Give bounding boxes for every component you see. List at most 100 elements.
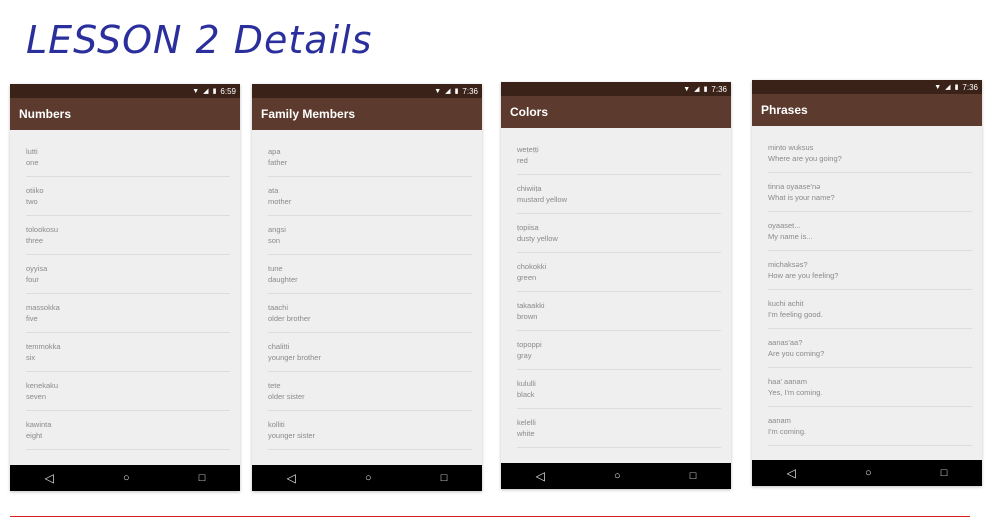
recents-icon[interactable]: □ [690,470,697,482]
app-bar-title: Numbers [10,98,240,130]
app-bar-title: Colors [501,96,731,128]
list-item[interactable]: chiwiiṭa mustard yellow [517,175,721,214]
word: michaksəs? [768,260,808,269]
list-item[interactable]: ṭopiisa dusty yellow [517,214,721,253]
meaning: younger brother [268,353,321,362]
list-item[interactable]: haa' aanam Yes, I'm coming. [768,368,972,407]
status-bar: ▼ ◢ ▮ 7:36 [252,84,482,98]
word: apa [268,147,281,156]
list-item[interactable]: minto wuksus Where are you going? [768,134,972,173]
word: ṭopiisa [517,223,539,232]
word-list: lutti one otiiko two tolookosu three oyyisa… [10,130,240,450]
list-item[interactable]: lutti one [26,138,230,177]
back-icon[interactable]: ◁ [45,471,54,485]
back-icon[interactable]: ◁ [536,469,545,483]
nav-bar: ◁ ○ □ [752,460,982,486]
list-item[interactable]: kelelli white [517,409,721,448]
word-list: minto wuksus Where are you going? tinna o… [752,126,982,446]
wifi-icon: ▼ [434,87,442,95]
home-icon[interactable]: ○ [123,472,130,484]
back-icon[interactable]: ◁ [287,471,296,485]
word: topoppi [517,340,542,349]
list-item[interactable]: kululli black [517,370,721,409]
list-item[interactable]: kuchi achit I'm feeling good. [768,290,972,329]
phone-colors: ▼ ◢ ▮ 7:36 Colors weṭeṭṭi red chiwiiṭa mus… [501,82,731,489]
list-item[interactable]: tinna oyaase'nə What is your name? [768,173,972,212]
list-item[interactable]: ata mother [268,177,472,216]
signal-icon: ◢ [945,83,951,91]
meaning: older sister [268,392,305,401]
word: tune [268,264,283,273]
battery-icon: ▮ [954,83,959,91]
list-item[interactable]: kolliti younger sister [268,411,472,450]
battery-icon: ▮ [703,85,708,93]
recents-icon[interactable]: □ [441,472,448,484]
meaning: son [268,236,281,245]
word: angsi [268,225,286,234]
list-item[interactable]: aanas'aa? Are you coming? [768,329,972,368]
recents-icon[interactable]: □ [199,472,206,484]
meaning: black [517,390,535,399]
list-item[interactable]: taachi older brother [268,294,472,333]
list-item[interactable]: otiiko two [26,177,230,216]
word: kululli [517,379,536,388]
list-item[interactable]: tete older sister [268,372,472,411]
list-item[interactable]: chalitti younger brother [268,333,472,372]
slide-title: LESSON 2 Details [26,18,373,62]
meaning: dusty yellow [517,234,558,243]
list-item[interactable]: topoppi gray [517,331,721,370]
list-item[interactable]: aanam I'm coming. [768,407,972,446]
meaning: I'm feeling good. [768,310,823,319]
list-item[interactable]: oyyisa four [26,255,230,294]
meaning: two [26,197,38,206]
word: oyaaset... [768,221,801,230]
word: kelelli [517,418,536,427]
word: kuchi achit [768,299,804,308]
list-item[interactable]: chokokki green [517,253,721,292]
meaning: father [268,158,288,167]
list-item[interactable]: kawinta eight [26,411,230,450]
word: massokka [26,303,60,312]
meaning: daughter [268,275,298,284]
list-item[interactable]: michaksəs? How are you feeling? [768,251,972,290]
list-item[interactable]: oyaaset... My name is... [768,212,972,251]
home-icon[interactable]: ○ [614,470,621,482]
list-item[interactable]: apa father [268,138,472,177]
status-time: 7:36 [462,86,478,96]
list-item[interactable]: tolookosu three [26,216,230,255]
meaning: mustard yellow [517,195,568,204]
wifi-icon: ▼ [683,85,691,93]
list-item[interactable]: kenekaku seven [26,372,230,411]
word: oyyisa [26,264,48,273]
back-icon[interactable]: ◁ [787,466,796,480]
meaning: six [26,353,36,362]
word: minto wuksus [768,143,814,152]
list-item[interactable]: angsi son [268,216,472,255]
meaning: green [517,273,537,282]
meaning: four [26,275,39,284]
list-item[interactable]: takaakki brown [517,292,721,331]
home-icon[interactable]: ○ [365,472,372,484]
meaning: brown [517,312,538,321]
signal-icon: ◢ [445,87,451,95]
list-item[interactable]: massokka five [26,294,230,333]
home-icon[interactable]: ○ [865,467,872,479]
word: kenekaku [26,381,59,390]
list-item[interactable]: tune daughter [268,255,472,294]
status-bar: ▼ ◢ ▮ 7:36 [501,82,731,96]
list-item[interactable]: weṭeṭṭi red [517,136,721,175]
list-item[interactable]: temmokka six [26,333,230,372]
meaning: How are you feeling? [768,271,839,280]
word: ata [268,186,279,195]
word: takaakki [517,301,545,310]
nav-bar: ◁ ○ □ [10,465,240,491]
meaning: Where are you going? [768,154,842,163]
phone-family-members: ▼ ◢ ▮ 7:36 Family Members apa father ata m… [252,84,482,491]
word: chalitti [268,342,290,351]
word: tolookosu [26,225,59,234]
word: lutti [26,147,38,156]
status-time: 7:36 [962,82,978,92]
recents-icon[interactable]: □ [941,467,948,479]
meaning: mother [268,197,292,206]
word: haa' aanam [768,377,807,386]
